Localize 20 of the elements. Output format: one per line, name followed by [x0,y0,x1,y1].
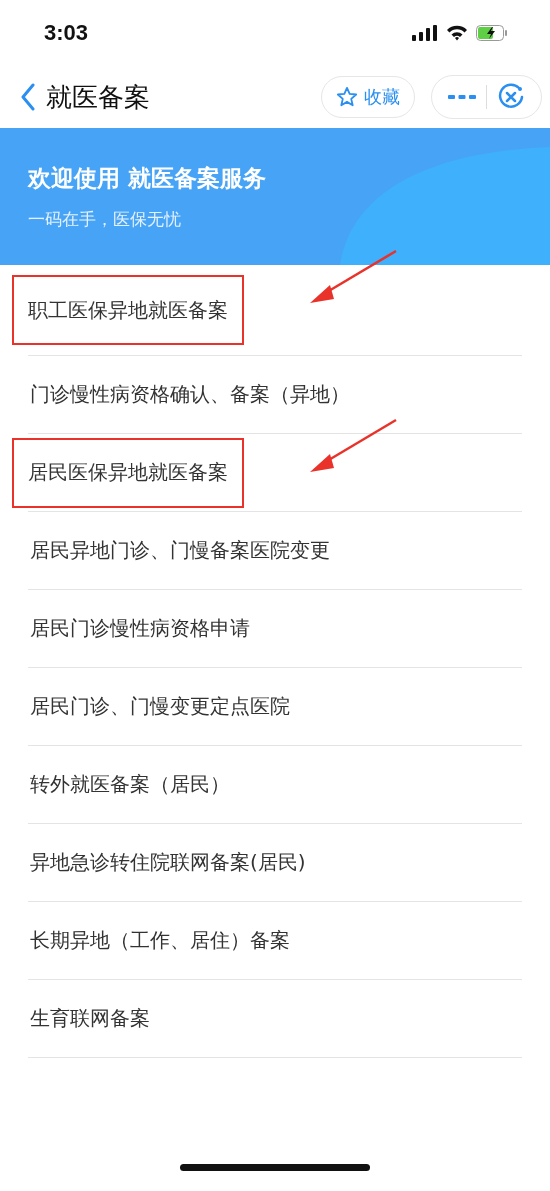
menu-item[interactable]: 异地急诊转住院联网备案(居民) [30,849,306,876]
banner-subtitle: 一码在手，医保无忧 [28,207,182,231]
star-icon [336,86,358,108]
battery-icon [476,25,508,41]
menu-item[interactable]: 转外就医备案（居民） [30,771,230,798]
page-title: 就医备案 [46,80,150,114]
back-button[interactable] [20,83,36,111]
menu-item[interactable]: 生育联网备案 [30,1005,150,1032]
menu-item[interactable]: 门诊慢性病资格确认、备案（异地） [30,381,350,408]
banner-title: 欢迎使用 就医备案服务 [28,163,267,193]
wifi-icon [446,25,468,41]
menu-item[interactable]: 居民异地门诊、门慢备案医院变更 [30,537,330,564]
menu-item[interactable]: 居民门诊、门慢变更定点医院 [30,693,290,720]
more-icon [448,93,476,101]
status-time: 3:03 [44,20,89,46]
menu-item[interactable]: 居民医保异地就医备案 [28,459,228,486]
signal-icon [412,25,438,41]
menu-item[interactable]: 职工医保异地就医备案 [28,296,228,324]
menu-item[interactable]: 居民门诊慢性病资格申请 [30,615,250,642]
menu-item[interactable]: 长期异地（工作、居住）备案 [30,927,290,954]
